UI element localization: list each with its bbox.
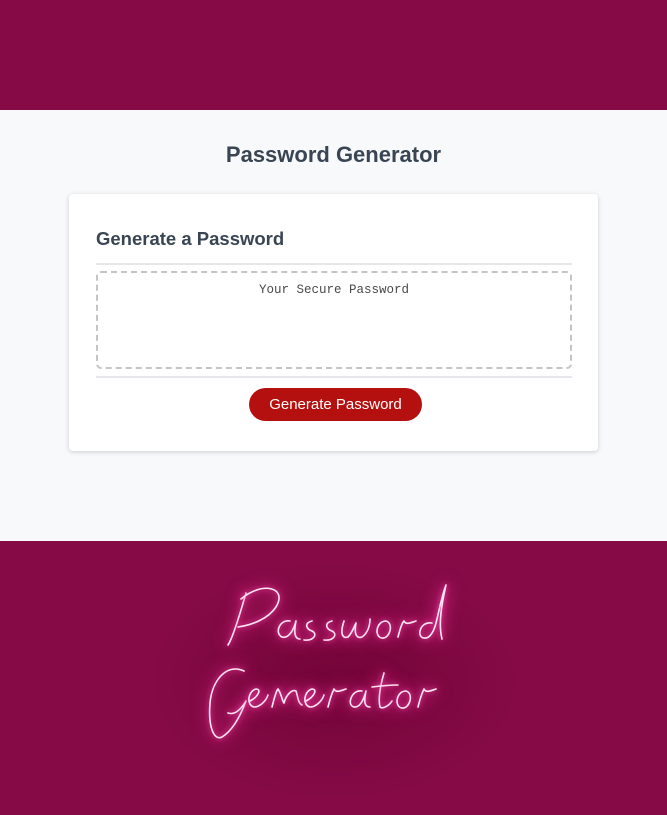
- card-footer-divider: [96, 376, 572, 378]
- card-title: Generate a Password: [96, 228, 285, 249]
- top-banner: [0, 0, 667, 110]
- card-header-divider: [96, 263, 572, 265]
- generate-password-button[interactable]: Generate Password: [249, 388, 422, 421]
- page-title: Password Generator: [225, 142, 442, 167]
- neon-sign-art: [208, 584, 447, 739]
- neon-sign-banner: [0, 541, 667, 815]
- neon-line-password: [227, 584, 447, 646]
- page: Password Generator Generate a Password G…: [0, 0, 667, 815]
- password-output-field[interactable]: [96, 271, 572, 369]
- neon-line-generator: [208, 668, 437, 739]
- password-card: Generate a Password Generate Password: [69, 194, 598, 451]
